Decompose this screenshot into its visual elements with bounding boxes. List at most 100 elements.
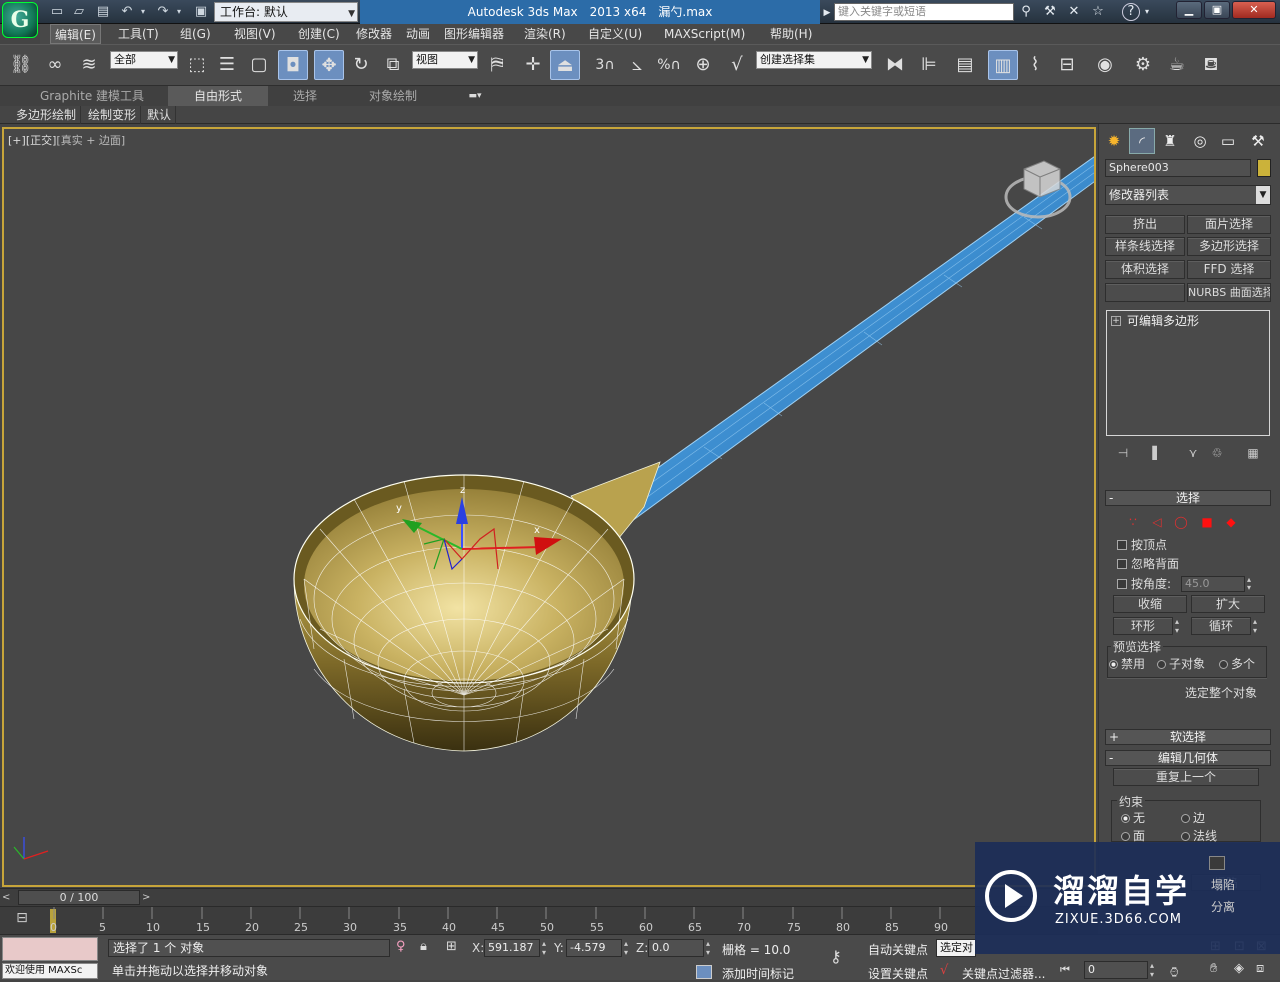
- viewport-view-name[interactable]: [正交]: [26, 134, 57, 147]
- set-key-icon[interactable]: ⚷: [830, 947, 842, 966]
- tab-selection[interactable]: 选择: [282, 86, 328, 106]
- close-button[interactable]: ✕: [1232, 1, 1276, 19]
- time-slider[interactable]: < 0 / 100 >: [0, 888, 1098, 906]
- help-dropdown-icon[interactable]: ▾: [1142, 3, 1152, 21]
- empty-modifier-button[interactable]: [1105, 283, 1185, 302]
- utilities-tab-icon[interactable]: ⚒: [1245, 128, 1271, 154]
- z-coord-field[interactable]: 0.0: [648, 939, 704, 957]
- time-tag-icon[interactable]: [696, 965, 712, 979]
- pan-view-icon[interactable]: ✋︎: [1210, 961, 1217, 976]
- angle-value-field[interactable]: 45.0: [1181, 576, 1245, 592]
- vertex-mode-icon[interactable]: ∵: [1125, 514, 1141, 530]
- y-coord-field[interactable]: -4.579: [566, 939, 622, 957]
- subscription-icon[interactable]: ⚒: [1040, 3, 1060, 21]
- element-mode-icon[interactable]: ◆: [1223, 514, 1239, 530]
- workspace-select[interactable]: 工作台: 默认 ▼: [214, 2, 358, 22]
- key-filter-select[interactable]: 选定对: [936, 939, 976, 957]
- viewport-shading-mode[interactable]: [真实 + 边面]: [56, 134, 125, 147]
- vol-select-button[interactable]: 体积选择: [1105, 260, 1185, 279]
- reference-coord-select[interactable]: 视图 ▼: [412, 51, 478, 69]
- border-mode-icon[interactable]: ◯: [1173, 514, 1189, 530]
- viewport-scene[interactable]: z y x: [4, 129, 1096, 887]
- auto-key-button[interactable]: 自动关键点: [868, 941, 928, 958]
- track-bar[interactable]: ⊟ 0 5 10 15 20 25 30 35 40 45 50 55 60 6…: [0, 906, 1098, 934]
- search-input[interactable]: 键入关键字或短语: [834, 3, 1014, 21]
- by-angle-checkbox[interactable]: 按角度:: [1117, 576, 1171, 592]
- communication-icon[interactable]: ✕: [1064, 3, 1084, 21]
- modifier-list-select[interactable]: 修改器列表 ▼: [1105, 185, 1271, 205]
- repeat-last-button[interactable]: 重复上一个: [1113, 768, 1259, 786]
- hierarchy-tab-icon[interactable]: ♜: [1157, 128, 1183, 154]
- menu-create[interactable]: 创建(C): [294, 24, 344, 44]
- select-manipulate-icon[interactable]: ✛: [518, 50, 548, 80]
- y-spinner-icon[interactable]: ▴ ▾: [624, 939, 628, 957]
- extrude-button[interactable]: 挤出: [1105, 215, 1185, 234]
- ring-button[interactable]: 环形: [1113, 617, 1173, 635]
- maximize-button[interactable]: ▣: [1204, 1, 1230, 19]
- tab-freeform[interactable]: 自由形式: [168, 86, 268, 106]
- frame-spinner-icon[interactable]: ▴ ▾: [1150, 961, 1154, 979]
- menu-animation[interactable]: 动画: [402, 24, 434, 44]
- edge-mode-icon[interactable]: ◁: [1149, 514, 1165, 530]
- graphite-toggle-icon[interactable]: ▥: [988, 50, 1018, 80]
- redo-dropdown-icon[interactable]: ▾: [174, 3, 184, 21]
- align-icon[interactable]: ⊫: [914, 50, 944, 80]
- play-arrow-icon[interactable]: ▶: [822, 4, 832, 22]
- configure-modifier-sets-icon[interactable]: ▦: [1243, 446, 1263, 462]
- show-end-result-icon[interactable]: ▌: [1147, 446, 1167, 462]
- edit-named-selections-icon[interactable]: √: [722, 50, 752, 80]
- menu-help[interactable]: 帮助(H): [766, 24, 816, 44]
- absolute-mode-icon[interactable]: ⊞: [446, 939, 457, 954]
- menu-group[interactable]: 组(G): [176, 24, 215, 44]
- menu-customize[interactable]: 自定义(U): [584, 24, 646, 44]
- x-spinner-icon[interactable]: ▴ ▾: [542, 939, 546, 957]
- x-coord-field[interactable]: 591.187: [484, 939, 540, 957]
- menu-modifiers[interactable]: 修改器: [352, 24, 396, 44]
- new-file-icon[interactable]: ▭: [48, 3, 66, 21]
- subtab-polydraw[interactable]: 多边形绘制: [12, 106, 82, 124]
- select-object-icon[interactable]: ⬚: [182, 50, 212, 80]
- menu-graph-editors[interactable]: 图形编辑器: [440, 24, 508, 44]
- make-unique-icon[interactable]: ⋎: [1183, 446, 1203, 462]
- motion-tab-icon[interactable]: ◎: [1187, 128, 1213, 154]
- menu-edit[interactable]: 编辑(E): [50, 24, 101, 44]
- selection-filter-select[interactable]: 全部 ▼: [110, 51, 178, 69]
- render-setup-icon[interactable]: ⚙: [1128, 50, 1158, 80]
- minimize-button[interactable]: ▁: [1176, 1, 1202, 19]
- tab-graphite-modeling[interactable]: Graphite 建模工具: [30, 86, 154, 106]
- menu-tools[interactable]: 工具(T): [114, 24, 163, 44]
- edit-geometry-rollout-header[interactable]: - 编辑几何体: [1105, 750, 1271, 766]
- project-folder-icon[interactable]: ▣: [192, 3, 210, 21]
- by-vertex-checkbox[interactable]: 按顶点: [1117, 537, 1167, 553]
- help-icon[interactable]: ?: [1122, 3, 1140, 21]
- grow-button[interactable]: 扩大: [1191, 595, 1265, 613]
- menu-views[interactable]: 视图(V): [230, 24, 280, 44]
- stack-item-editable-poly[interactable]: + 可编辑多边形: [1109, 313, 1267, 329]
- favorites-star-icon[interactable]: ☆: [1088, 3, 1108, 21]
- select-by-name-icon[interactable]: ☰: [212, 50, 242, 80]
- redo-icon[interactable]: ↷: [154, 3, 172, 21]
- prev-frame-icon[interactable]: <: [2, 890, 16, 905]
- render-production-icon[interactable]: ⛾: [1196, 50, 1226, 80]
- undo-dropdown-icon[interactable]: ▾: [138, 3, 148, 21]
- tab-object-paint[interactable]: 对象绘制: [358, 86, 428, 106]
- named-selection-select[interactable]: 创建选择集 ▼: [756, 51, 872, 69]
- poly-select-button[interactable]: 多边形选择: [1187, 237, 1271, 256]
- modify-tab-icon[interactable]: ◜: [1129, 128, 1155, 154]
- preview-subobject-radio[interactable]: 子对象: [1157, 656, 1205, 672]
- expand-icon[interactable]: +: [1111, 316, 1121, 326]
- mirror-icon[interactable]: ⧓: [880, 50, 910, 80]
- spline-select-button[interactable]: 样条线选择: [1105, 237, 1185, 256]
- menu-maxscript[interactable]: MAXScript(M): [660, 24, 749, 44]
- orbit-icon[interactable]: ◈: [1234, 961, 1244, 976]
- binoculars-icon[interactable]: ⚲: [1016, 3, 1036, 21]
- add-time-tag-label[interactable]: 添加时间标记: [722, 965, 794, 982]
- preview-disabled-radio[interactable]: 禁用: [1109, 656, 1145, 672]
- isolate-bulb-icon[interactable]: ♀: [396, 939, 406, 954]
- selection-lock-icon[interactable]: 🔒︎: [420, 939, 427, 954]
- display-tab-icon[interactable]: ▭: [1215, 128, 1241, 154]
- selection-rollout-header[interactable]: - 选择: [1105, 490, 1271, 506]
- percent-snap-icon[interactable]: %∩: [654, 50, 684, 80]
- app-menu-button[interactable]: G: [2, 2, 38, 38]
- snap-toggle-icon[interactable]: 3∩: [590, 50, 620, 80]
